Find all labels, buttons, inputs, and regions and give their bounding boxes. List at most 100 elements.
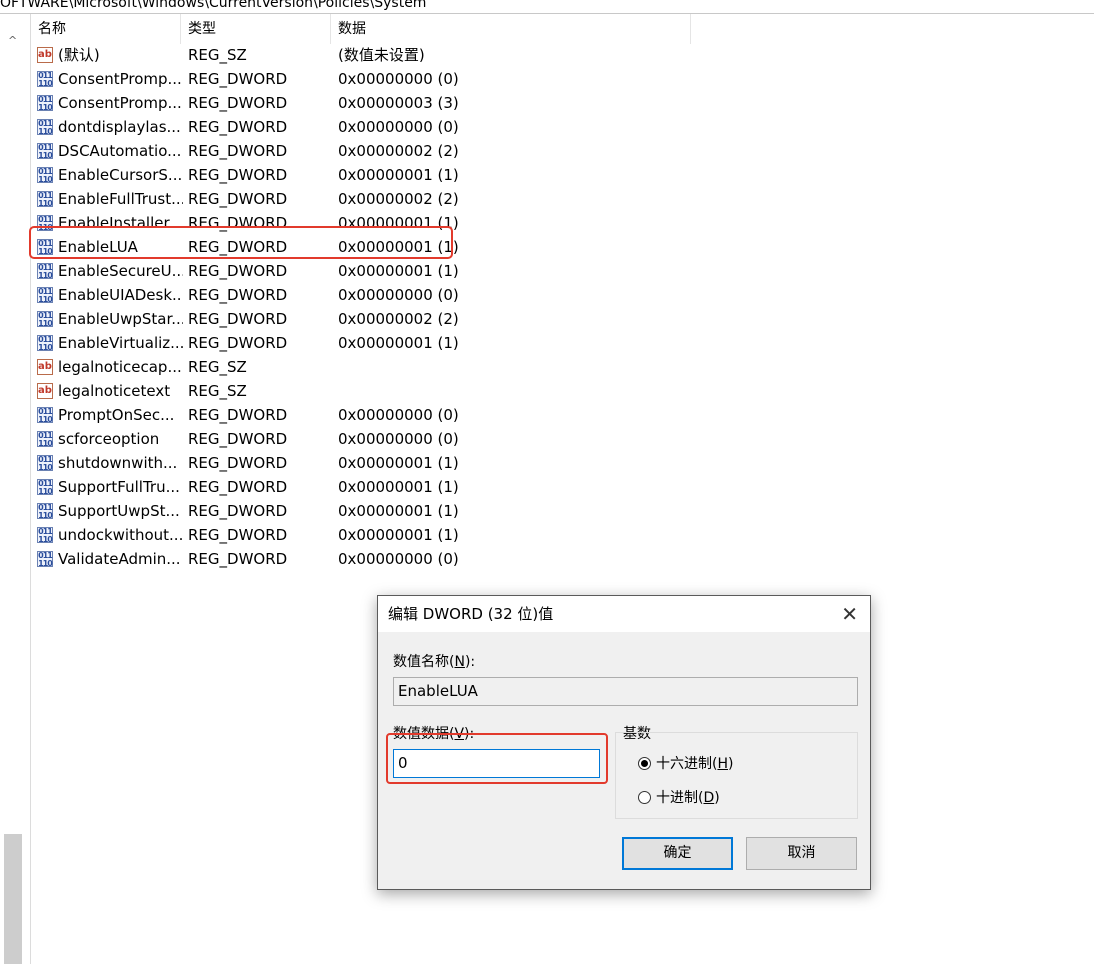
value-row[interactable]: 011 110 ValidateAdmin... REG_DWORD 0x0000000… [31, 547, 691, 571]
scrollbar-thumb[interactable] [4, 834, 22, 964]
value-row[interactable]: 011 110 undockwithout... REG_DWORD 0x0000000… [31, 523, 691, 547]
value-name: DSCAutomatio... [58, 142, 182, 160]
value-data: 0x00000001 (1) [338, 526, 459, 544]
value-data: 0x00000000 (0) [338, 286, 459, 304]
value-type: REG_DWORD [188, 94, 288, 112]
value-name: SupportUwpSt... [58, 502, 180, 520]
value-type: REG_DWORD [188, 430, 288, 448]
value-data: 0x00000001 (1) [338, 166, 459, 184]
value-row[interactable]: 011 110 DSCAutomatio... REG_DWORD 0x00000002… [31, 139, 691, 163]
binary-value-icon: 011 110 [37, 311, 53, 328]
value-name: ConsentPromp... [58, 94, 182, 112]
value-name-label: 数值名称(N): [393, 654, 476, 670]
value-name: legalnoticecap... [58, 358, 182, 376]
dialog-title-bar: 编辑 DWORD (32 位)值 ✕ [378, 596, 870, 632]
base-group: 十六进制(H) 十进制(D) [615, 732, 858, 819]
close-icon[interactable]: ✕ [841, 596, 858, 632]
value-type: REG_DWORD [188, 406, 288, 424]
column-header-name[interactable]: 名称 [31, 14, 181, 44]
value-type: REG_DWORD [188, 502, 288, 520]
value-data: 0x00000001 (1) [338, 454, 459, 472]
value-row[interactable]: 011 110 EnableCursorS... REG_DWORD 0x0000000… [31, 163, 691, 187]
cancel-button[interactable]: 取消 [746, 837, 857, 870]
binary-value-icon: 011 110 [37, 335, 53, 352]
value-row[interactable]: 011 110 dontdisplaylas... REG_DWORD 0x000000… [31, 115, 691, 139]
value-data: 0x00000000 (0) [338, 430, 459, 448]
column-header-type[interactable]: 类型 [181, 14, 331, 44]
value-name: EnableCursorS... [58, 166, 183, 184]
binary-value-icon: 011 110 [37, 503, 53, 520]
decimal-radio-circle[interactable] [638, 791, 651, 804]
tree-scrollbar[interactable]: ^ [4, 34, 22, 964]
value-name: (默认) [58, 46, 100, 64]
value-row[interactable]: 011 110 SupportFullTru... REG_DWORD 0x000000… [31, 475, 691, 499]
value-name: SupportFullTru... [58, 478, 180, 496]
binary-value-icon: 011 110 [37, 71, 53, 88]
value-name-field[interactable]: EnableLUA [393, 677, 858, 706]
scroll-up-arrow-icon[interactable]: ^ [8, 34, 17, 47]
value-type: REG_DWORD [188, 334, 288, 352]
value-name: shutdownwith... [58, 454, 178, 472]
value-data: 0x00000002 (2) [338, 310, 459, 328]
value-row[interactable]: 011 110 SupportUwpSt... REG_DWORD 0x00000001… [31, 499, 691, 523]
value-name: dontdisplaylas... [58, 118, 181, 136]
value-row[interactable]: 011 110 EnableUIADesk... REG_DWORD 0x0000000… [31, 283, 691, 307]
value-type: REG_DWORD [188, 118, 288, 136]
registry-path-bar: OFTWARE\Microsoft\Windows\CurrentVersion… [0, 0, 427, 11]
value-row[interactable]: 011 110 ConsentPromp... REG_DWORD 0x00000000… [31, 67, 691, 91]
string-value-icon: ab [37, 47, 53, 63]
string-value-icon: ab [37, 359, 53, 375]
value-data: 0x00000002 (2) [338, 190, 459, 208]
value-data: 0x00000001 (1) [338, 262, 459, 280]
hex-radio-circle[interactable] [638, 757, 651, 770]
value-name: undockwithout... [58, 526, 183, 544]
binary-value-icon: 011 110 [37, 431, 53, 448]
value-name: EnableUwpStar... [58, 310, 183, 328]
value-type: REG_DWORD [188, 454, 288, 472]
binary-value-icon: 011 110 [37, 143, 53, 160]
hex-radio[interactable]: 十六进制(H) [638, 753, 733, 773]
value-type: REG_SZ [188, 382, 247, 400]
column-header-data[interactable]: 数据 [331, 14, 691, 44]
binary-value-icon: 011 110 [37, 527, 53, 544]
value-data: 0x00000001 (1) [338, 334, 459, 352]
value-name: ValidateAdmin... [58, 550, 181, 568]
value-type: REG_DWORD [188, 190, 288, 208]
value-row[interactable]: ab legalnoticecap... REG_SZ [31, 355, 691, 379]
value-row[interactable]: 011 110 EnableVirtualiz... REG_DWORD 0x00000… [31, 331, 691, 355]
value-name: EnableUIADesk... [58, 286, 183, 304]
value-row[interactable]: 011 110 PromptOnSec... REG_DWORD 0x00000000 … [31, 403, 691, 427]
value-type: REG_DWORD [188, 166, 288, 184]
value-type: REG_DWORD [188, 70, 288, 88]
list-header: 名称 类型 数据 [31, 14, 1094, 44]
binary-value-icon: 011 110 [37, 119, 53, 136]
value-data: (数值未设置) [338, 46, 425, 64]
value-row[interactable]: 011 110 EnableUwpStar... REG_DWORD 0x0000000… [31, 307, 691, 331]
value-row[interactable]: 011 110 ConsentPromp... REG_DWORD 0x00000003… [31, 91, 691, 115]
value-row[interactable]: 011 110 EnableSecureU... REG_DWORD 0x0000000… [31, 259, 691, 283]
value-name: legalnoticetext [58, 382, 171, 400]
value-row[interactable]: 011 110 shutdownwith... REG_DWORD 0x00000001… [31, 451, 691, 475]
value-name: EnableVirtualiz... [58, 334, 183, 352]
value-row[interactable]: 011 110 scforceoption REG_DWORD 0x00000000 (… [31, 427, 691, 451]
decimal-radio[interactable]: 十进制(D) [638, 787, 720, 807]
value-type: REG_DWORD [188, 310, 288, 328]
binary-value-icon: 011 110 [37, 287, 53, 304]
key-tree-pane[interactable]: ^ [0, 14, 31, 964]
value-row[interactable]: 011 110 EnableFullTrust... REG_DWORD 0x00000… [31, 187, 691, 211]
value-name: PromptOnSec... [58, 406, 175, 424]
value-name: scforceoption [58, 430, 160, 448]
binary-value-icon: 011 110 [37, 551, 53, 568]
value-name: EnableFullTrust... [58, 190, 183, 208]
value-data-highlight-box [386, 733, 608, 784]
value-type: REG_DWORD [188, 550, 288, 568]
value-row[interactable]: ab legalnoticetext REG_SZ [31, 379, 691, 403]
value-data: 0x00000000 (0) [338, 118, 459, 136]
value-type: REG_SZ [188, 46, 247, 64]
value-data: 0x00000001 (1) [338, 478, 459, 496]
value-name: EnableSecureU... [58, 262, 183, 280]
ok-button[interactable]: 确定 [622, 837, 733, 870]
binary-value-icon: 011 110 [37, 95, 53, 112]
enablelua-highlight-box [29, 226, 453, 259]
value-row[interactable]: ab (默认) REG_SZ (数值未设置) [31, 43, 691, 67]
